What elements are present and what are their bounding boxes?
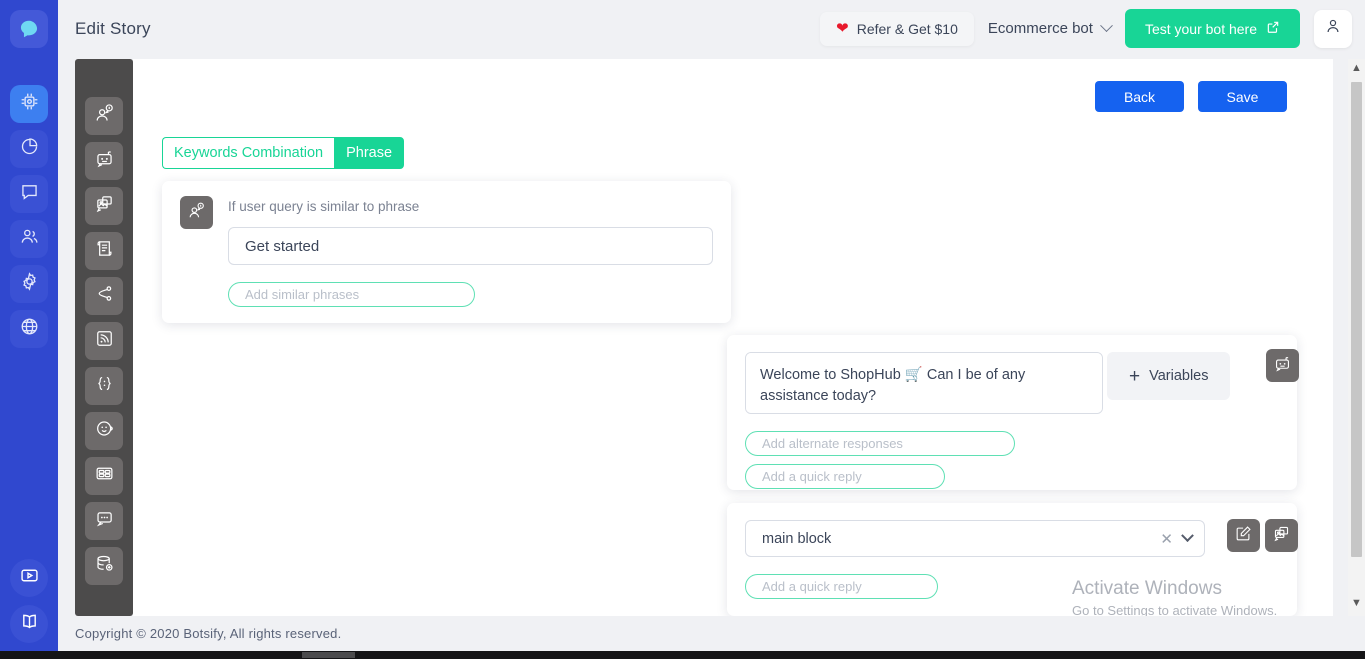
chat-bubble-icon — [19, 181, 40, 207]
sidebar-item-conversations[interactable] — [10, 175, 48, 213]
tool-bot-response[interactable] — [85, 142, 123, 180]
media-gallery-icon — [1272, 524, 1291, 548]
code-braces-icon — [94, 373, 115, 399]
bot-response-card: + Variables — [727, 335, 1297, 490]
bot-name-label: Ecommerce bot — [987, 20, 1093, 37]
account-button[interactable] — [1314, 9, 1352, 48]
typing-bubble-icon — [94, 508, 115, 534]
taskbar-item[interactable] — [302, 652, 355, 658]
tool-form[interactable] — [85, 232, 123, 270]
block-quick-reply-input[interactable] — [745, 574, 938, 599]
main-sidebar — [0, 0, 58, 651]
tool-media[interactable] — [85, 187, 123, 225]
bot-quick-reply-input[interactable] — [745, 464, 945, 489]
chevron-down-icon[interactable] — [1181, 529, 1194, 543]
variables-button[interactable]: + Variables — [1107, 352, 1231, 400]
chip-ai-icon — [19, 91, 40, 117]
media-gallery-icon — [94, 193, 115, 219]
user-query-icon — [94, 103, 115, 129]
page-title: Edit Story — [75, 18, 151, 38]
phrase-input[interactable] — [228, 227, 713, 265]
footer: Copyright © 2020 Botsify, All rights res… — [58, 616, 1365, 651]
refer-and-get-button[interactable]: ❤ Refer & Get $10 — [820, 11, 974, 46]
user-query-icon — [187, 201, 206, 225]
copyright-text: Copyright © 2020 Botsify, All rights res… — [75, 626, 342, 641]
globe-icon — [19, 316, 40, 342]
block-select[interactable]: main block ✕ — [745, 520, 1205, 557]
external-link-icon — [1266, 20, 1280, 37]
user-query-card: If user query is similar to phrase — [162, 181, 731, 323]
edit-pencil-icon — [1234, 524, 1253, 548]
alternate-responses-input[interactable] — [745, 431, 1015, 456]
keywords-combination-label[interactable]: Keywords Combination — [162, 137, 335, 170]
sidebar-item-integrations[interactable] — [10, 310, 48, 348]
back-button[interactable]: Back — [1095, 81, 1184, 112]
tool-cards[interactable] — [85, 457, 123, 495]
tool-user-query[interactable] — [85, 97, 123, 135]
bot-response-icon — [1273, 354, 1292, 378]
tool-branch[interactable] — [85, 277, 123, 315]
plus-icon: + — [1129, 365, 1141, 387]
tool-human-agent[interactable] — [85, 412, 123, 450]
user-account-icon — [1324, 17, 1342, 40]
branch-icon — [94, 283, 115, 309]
edit-block-button[interactable] — [1227, 519, 1260, 552]
bot-message-input[interactable] — [745, 352, 1103, 414]
form-icon — [94, 238, 115, 264]
keywords-badge: Keywords Combination Phrase — [162, 137, 405, 170]
scrollbar-thumb[interactable] — [1351, 82, 1362, 557]
book-icon — [19, 611, 40, 637]
tool-api[interactable] — [85, 322, 123, 360]
block-media-button[interactable] — [1265, 519, 1298, 552]
chevron-down-icon — [1100, 19, 1113, 33]
canvas-scrollbar[interactable]: ▲ ▼ — [1348, 59, 1365, 616]
save-button[interactable]: Save — [1198, 81, 1287, 112]
refer-label: Refer & Get $10 — [856, 20, 958, 37]
database-add-icon — [94, 553, 115, 579]
tool-typing[interactable] — [85, 502, 123, 540]
variables-label: Variables — [1149, 368, 1209, 384]
agent-headset-icon — [94, 418, 115, 444]
sidebar-item-users[interactable] — [10, 220, 48, 258]
story-canvas: Back Save Keywords Combination Phrase If… — [133, 59, 1333, 616]
block-select-value: main block — [762, 530, 832, 547]
pie-chart-icon — [19, 136, 40, 162]
keywords-match-type[interactable]: Phrase — [334, 137, 405, 170]
sidebar-item-tutorials[interactable] — [10, 559, 48, 597]
bot-response-avatar[interactable] — [1266, 349, 1299, 382]
bot-response-icon — [94, 148, 115, 174]
sidebar-item-analytics[interactable] — [10, 130, 48, 168]
sidebar-bottom-items — [0, 559, 58, 643]
bot-selector-dropdown[interactable]: Ecommerce bot — [987, 19, 1113, 37]
top-header: Edit Story ❤ Refer & Get $10 Ecommerce b… — [58, 0, 1365, 57]
sidebar-item-settings[interactable] — [10, 265, 48, 303]
botsify-logo-icon[interactable] — [10, 10, 48, 48]
rss-api-icon — [94, 328, 115, 354]
test-bot-label: Test your bot here — [1144, 20, 1257, 37]
card-grid-icon — [94, 463, 115, 489]
header-actions: ❤ Refer & Get $10 Ecommerce bot Test you… — [820, 0, 1365, 57]
similar-phrases-input[interactable] — [228, 282, 475, 307]
users-icon — [19, 226, 40, 252]
close-x-icon[interactable]: ✕ — [1160, 530, 1173, 548]
story-tools-toolbar — [75, 59, 133, 616]
user-query-hint: If user query is similar to phrase — [228, 199, 420, 214]
gear-icon — [19, 271, 40, 297]
user-query-avatar[interactable] — [180, 196, 213, 229]
chevron-down-icon[interactable]: ▼ — [1351, 594, 1362, 613]
video-play-icon — [19, 565, 40, 591]
canvas-actions: Back Save — [1095, 81, 1287, 112]
sidebar-items — [10, 85, 48, 348]
heart-icon: ❤ — [836, 20, 849, 37]
os-taskbar — [0, 651, 1365, 659]
block-link-card: main block ✕ — [727, 503, 1297, 616]
test-bot-button[interactable]: Test your bot here — [1124, 9, 1300, 48]
sidebar-item-docs[interactable] — [10, 605, 48, 643]
tool-database[interactable] — [85, 547, 123, 585]
chevron-up-icon[interactable]: ▲ — [1351, 59, 1362, 78]
app-root: Edit Story ❤ Refer & Get $10 Ecommerce b… — [0, 0, 1365, 659]
sidebar-item-ai[interactable] — [10, 85, 48, 123]
tool-code[interactable] — [85, 367, 123, 405]
